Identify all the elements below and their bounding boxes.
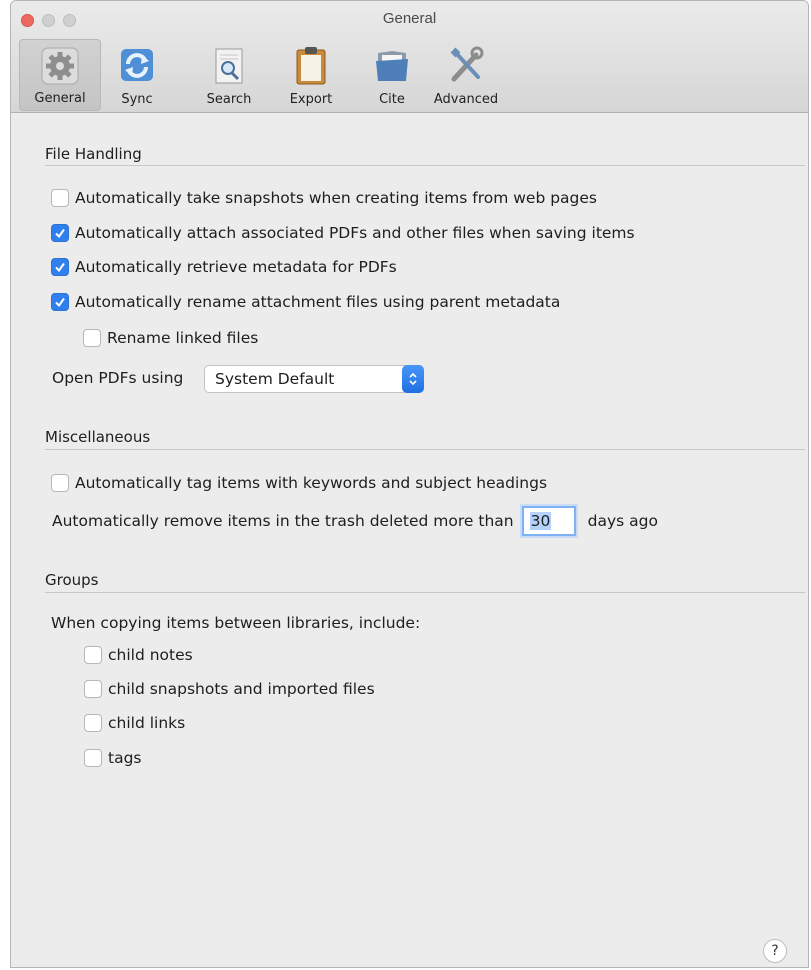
retrieve-metadata-checkbox[interactable] [51,258,69,276]
snapshots-checkbox[interactable] [51,189,69,207]
tab-label: Cite [379,92,405,107]
trash-label-suffix: days ago [587,512,658,530]
child-notes-option[interactable]: child notes [84,646,193,664]
attach-pdfs-option[interactable]: Automatically attach associated PDFs and… [51,224,635,242]
title-bar: General General Sync Search Export Cite … [11,1,808,113]
section-title-groups: Groups [45,571,99,589]
sync-icon [121,49,153,81]
child-snapshots-option[interactable]: child snapshots and imported files [84,680,375,698]
option-label: child links [108,714,186,732]
tab-sync[interactable]: Sync [107,39,167,111]
rename-attachments-option[interactable]: Automatically rename attachment files us… [51,293,560,311]
general-pane: File Handling Automatically take snapsho… [11,113,808,967]
section-title-file-handling: File Handling [45,145,142,163]
tags-option[interactable]: tags [84,749,142,767]
checkmark-icon [55,262,65,273]
gear-icon [41,47,79,85]
retrieve-metadata-option[interactable]: Automatically retrieve metadata for PDFs [51,258,397,276]
folder-icon [376,51,408,81]
tab-label: Search [206,92,252,107]
option-label: Automatically attach associated PDFs and… [75,224,635,242]
tab-label: General [34,91,86,106]
rename-linked-checkbox[interactable] [83,329,101,347]
option-label: Automatically tag items with keywords an… [75,474,548,492]
section-title-miscellaneous: Miscellaneous [45,428,151,446]
option-label: child snapshots and imported files [108,680,375,698]
open-pdfs-select[interactable]: System Default [204,365,424,393]
section-divider [45,165,805,166]
trash-row: Automatically remove items in the trash … [52,506,658,536]
snapshots-option[interactable]: Automatically take snapshots when creati… [51,189,597,207]
tab-cite[interactable]: Cite [363,39,421,111]
section-divider [45,592,805,593]
window-title: General [382,10,437,27]
search-icon [215,48,243,84]
tab-label: Sync [121,92,153,107]
trash-days-value: 30 [529,512,552,530]
help-button[interactable]: ? [763,939,787,963]
checkmark-icon [55,228,65,239]
clipboard-icon [296,47,326,85]
trash-label-prefix: Automatically remove items in the trash … [52,512,514,530]
auto-tag-checkbox[interactable] [51,474,69,492]
child-notes-checkbox[interactable] [84,646,102,664]
tab-label: Export [289,92,333,107]
option-label: child notes [108,646,193,664]
tags-checkbox[interactable] [84,749,102,767]
tab-label: Advanced [433,92,499,107]
trash-days-input[interactable]: 30 [521,506,576,536]
option-label: Automatically retrieve metadata for PDFs [75,258,397,276]
option-label: tags [108,749,142,767]
preferences-window: General General Sync Search Export Cite … [10,0,809,968]
tab-general[interactable]: General [19,39,101,111]
child-links-option[interactable]: child links [84,714,185,732]
option-label: Automatically rename attachment files us… [75,293,561,311]
tab-export[interactable]: Export [277,39,345,111]
open-pdfs-label: Open PDFs using [52,369,184,387]
select-value: System Default [215,370,335,388]
attach-pdfs-checkbox[interactable] [51,224,69,242]
tab-advanced[interactable]: Advanced [425,39,507,111]
rename-linked-option[interactable]: Rename linked files [83,329,258,347]
auto-tag-option[interactable]: Automatically tag items with keywords an… [51,474,547,492]
checkmark-icon [55,297,65,308]
chevron-updown-icon [402,365,424,393]
option-label: Rename linked files [107,329,259,347]
tab-search[interactable]: Search [197,39,261,111]
rename-attachments-checkbox[interactable] [51,293,69,311]
child-links-checkbox[interactable] [84,714,102,732]
option-label: Automatically take snapshots when creati… [75,189,597,207]
section-divider [45,449,805,450]
child-snapshots-checkbox[interactable] [84,680,102,698]
tools-icon [450,46,484,82]
groups-intro: When copying items between libraries, in… [51,614,421,632]
